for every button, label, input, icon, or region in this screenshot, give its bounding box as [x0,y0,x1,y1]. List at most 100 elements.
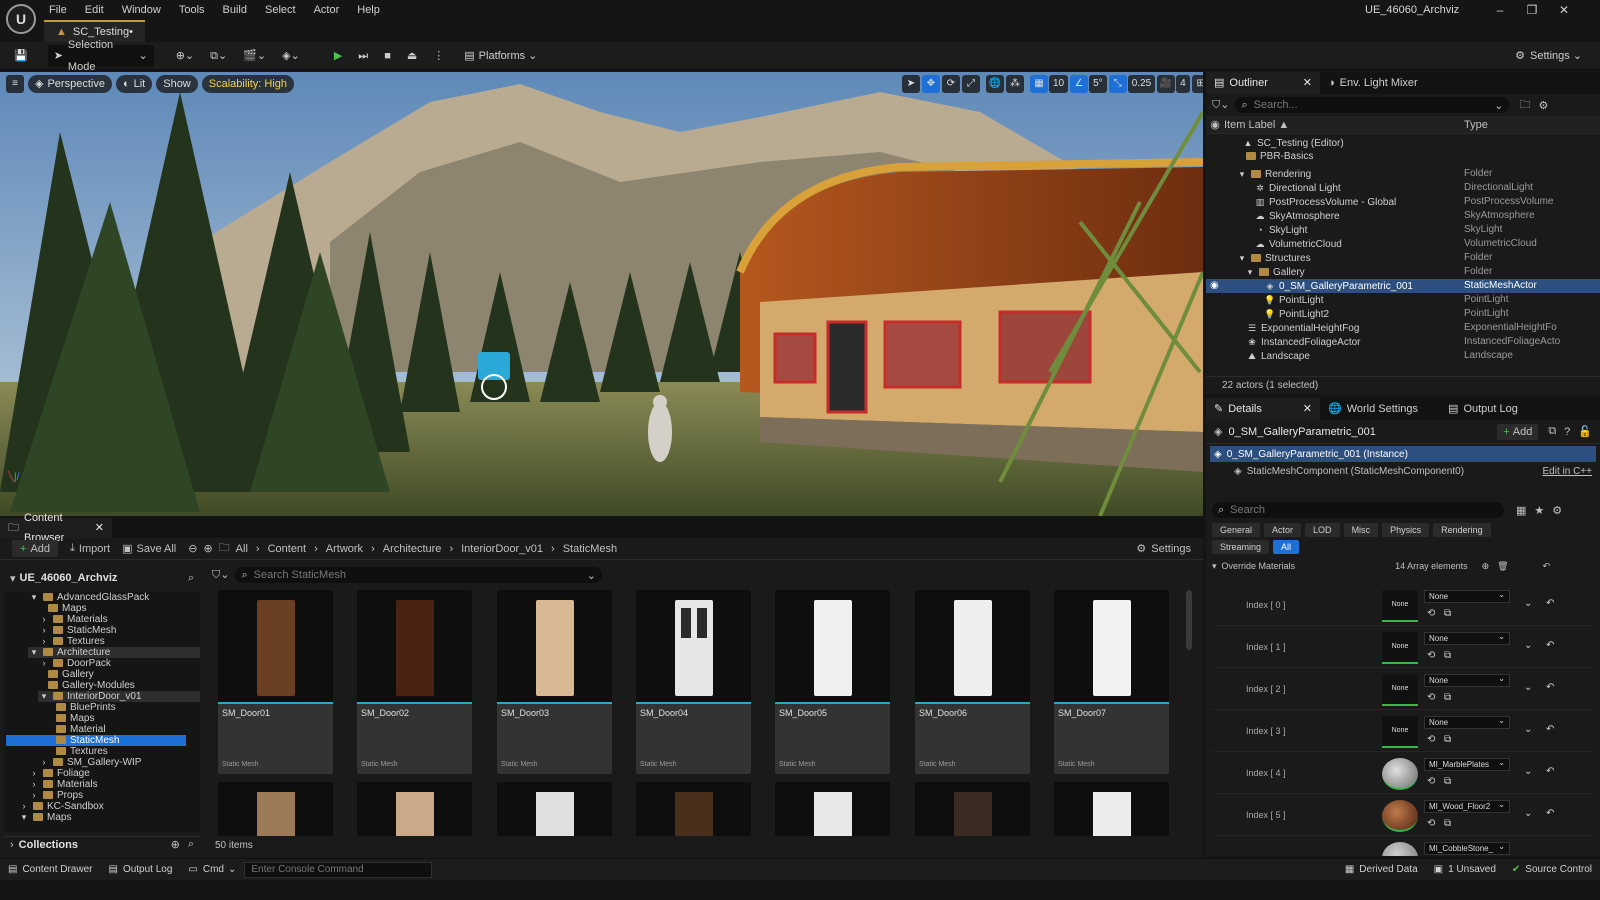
content-drawer-button[interactable]: ▤ Content Drawer [0,859,100,881]
save-icon[interactable]: 💾 [8,45,34,67]
asset-tile[interactable] [636,782,751,836]
menu-tools[interactable]: Tools [170,1,214,19]
tree-folder[interactable]: ▾ InteriorDoor_v01 [38,691,200,702]
settings-button[interactable]: ⚙ Settings ⌄ [1509,45,1588,67]
perspective-button[interactable]: ◈ Perspective [28,75,112,93]
rotation-snap-value[interactable]: 5° [1089,75,1107,93]
outliner-row[interactable]: ◔ SkyLight SkyLight [1206,223,1600,237]
marble-material-thumbnail[interactable] [1382,758,1418,790]
unsaved-button[interactable]: ▣ 1 Unsaved [1426,859,1504,881]
breadcrumb-staticmesh[interactable]: StaticMesh [563,543,617,555]
close-tab-icon[interactable]: ✕ [1303,72,1312,94]
output-log-tab[interactable]: ▤ Output Log [1440,398,1526,420]
use-selected-icon[interactable]: ⧉ [1444,692,1451,703]
menu-actor[interactable]: Actor [305,1,349,19]
breadcrumb-interiordoor[interactable]: InteriorDoor_v01 [461,543,543,555]
rotate-tool-icon[interactable]: ⟳ [942,75,960,93]
asset-search-input[interactable]: ⌕ Search StaticMesh ⌄ [235,567,602,583]
import-button[interactable]: ⤓ Import [70,542,110,555]
tree-folder[interactable]: Maps [56,713,94,724]
star-icon[interactable]: ★ [1534,504,1544,517]
material-dropdown[interactable]: MI_MarblePlates [1424,757,1510,771]
edit-cpp-link[interactable]: Edit in C++ [1543,466,1592,477]
tree-folder[interactable]: › SM_Gallery-WIP [38,757,142,768]
trash-icon[interactable]: 🗑 [1497,561,1508,572]
breadcrumb-content[interactable]: Content [268,543,307,555]
material-dropdown[interactable]: None [1424,673,1510,687]
asset-tile[interactable]: SM_Door02 Static Mesh [357,590,472,774]
outliner-row[interactable]: ▥ PostProcessVolume - Global PostProcessVo… [1206,195,1600,209]
reset-icon[interactable]: ↶ [1546,724,1554,735]
asset-tile[interactable]: SM_Door04 Static Mesh [636,590,751,774]
asset-scrollbar[interactable] [1186,590,1192,650]
gear-icon[interactable]: ⚙ [1552,504,1562,517]
asset-tile[interactable] [218,782,333,836]
tree-folder[interactable]: Gallery [48,669,94,680]
tree-folder-selected[interactable]: StaticMesh [6,735,186,746]
camera-speed-icon[interactable]: 🎥 [1157,75,1176,93]
chevron-down-icon[interactable]: ⌄ [1524,598,1532,609]
material-dropdown[interactable]: None [1424,715,1510,729]
asset-tile[interactable] [775,782,890,836]
collections-header[interactable]: › Collections ⊕ ⌕ [4,836,200,852]
outliner-row[interactable]: 💡 PointLight PointLight [1206,293,1600,307]
output-log-button[interactable]: ▤ Output Log [100,859,180,881]
outliner-row[interactable]: ☰ ExponentialHeightFog ExponentialHeightFo [1206,321,1600,335]
maximize-icon[interactable]: ❐ [1516,3,1548,17]
material-thumbnail[interactable]: None [1382,674,1418,706]
tree-folder[interactable]: › StaticMesh [38,625,117,636]
material-dropdown[interactable]: MI_Wood_Floor2 [1424,799,1510,813]
category-general[interactable]: General [1212,523,1261,537]
level-viewport[interactable]: ≡ ◈ Perspective ◐ Lit Show Scalability: Hi… [0,72,1203,516]
modes-icon[interactable]: ◈⌄ [276,45,306,67]
use-selected-icon[interactable]: ⧉ [1444,776,1451,787]
asset-tile[interactable]: SM_Door07 Static Mesh [1054,590,1169,774]
cinematics-icon[interactable]: 🎬⌄ [237,45,272,67]
item-label-column[interactable]: Item Label ▲ [1224,119,1464,131]
category-actor[interactable]: Actor [1264,523,1302,537]
scale-snap-icon[interactable]: ⤡ [1108,75,1127,93]
asset-tile[interactable] [497,782,612,836]
tree-folder[interactable]: Textures [56,746,108,757]
play-options-icon[interactable]: ⋮ [427,45,450,67]
reset-icon[interactable]: ↶ [1546,598,1554,609]
blueprint-icon[interactable]: ⧉⌄ [204,45,233,67]
outliner-row[interactable]: ⛰ Landscape Landscape [1206,349,1600,363]
type-column[interactable]: Type [1464,119,1488,131]
filter-icon[interactable]: ⛉⌄ [212,568,229,582]
tree-folder[interactable]: › Materials [38,614,108,625]
world-settings-tab[interactable]: 🌐 World Settings [1320,398,1426,420]
new-folder-icon[interactable]: 🗀 [1519,96,1530,115]
tree-folder[interactable]: ▾ Architecture [28,647,200,658]
category-misc[interactable]: Misc [1343,523,1379,537]
eject-icon[interactable]: ⏏ [401,45,423,67]
asset-tile[interactable] [357,782,472,836]
outliner-search-input[interactable]: ⌕ Search... ⌄ [1235,97,1510,113]
rotation-snap-icon[interactable]: ∠ [1070,75,1089,93]
surface-snap-icon[interactable]: ⁂ [1006,75,1024,93]
details-search-input[interactable]: ⌕ Search [1212,502,1504,518]
menu-edit[interactable]: Edit [76,1,113,19]
menu-build[interactable]: Build [214,1,256,19]
collapse-arrow-icon[interactable]: ▾ [1212,561,1217,572]
tree-folder[interactable]: Material [56,724,106,735]
chevron-down-icon[interactable]: ⌄ [1524,640,1532,651]
material-thumbnail[interactable]: None [1382,716,1418,748]
world-space-icon[interactable]: 🌐 [986,75,1004,93]
reset-icon[interactable]: ↶ [1546,682,1554,693]
search-icon[interactable]: ⌕ [188,838,194,851]
selection-mode-button[interactable]: ➤ Selection Mode ⌄ [47,39,154,73]
breadcrumb-all[interactable]: All [236,543,248,555]
asset-tile[interactable]: SM_Door06 Static Mesh [915,590,1030,774]
minimize-icon[interactable]: – [1484,3,1516,17]
cobblestone-material-thumbnail[interactable] [1382,842,1418,856]
select-tool-icon[interactable]: ➤ [902,75,920,93]
save-all-button[interactable]: ▣ Save All [122,542,176,556]
material-thumbnail[interactable]: None [1382,590,1418,622]
help-icon[interactable]: ? [1564,426,1570,438]
lock-icon[interactable]: 🔓 [1578,425,1592,438]
browse-icon[interactable]: ⟲ [1427,692,1435,703]
gear-icon[interactable]: ⚙ [1538,99,1548,112]
tree-folder[interactable]: › Props [28,790,84,801]
outliner-row-selected[interactable]: ◉ ◈ 0_SM_GalleryParametric_001 StaticMeshAc… [1206,279,1600,293]
